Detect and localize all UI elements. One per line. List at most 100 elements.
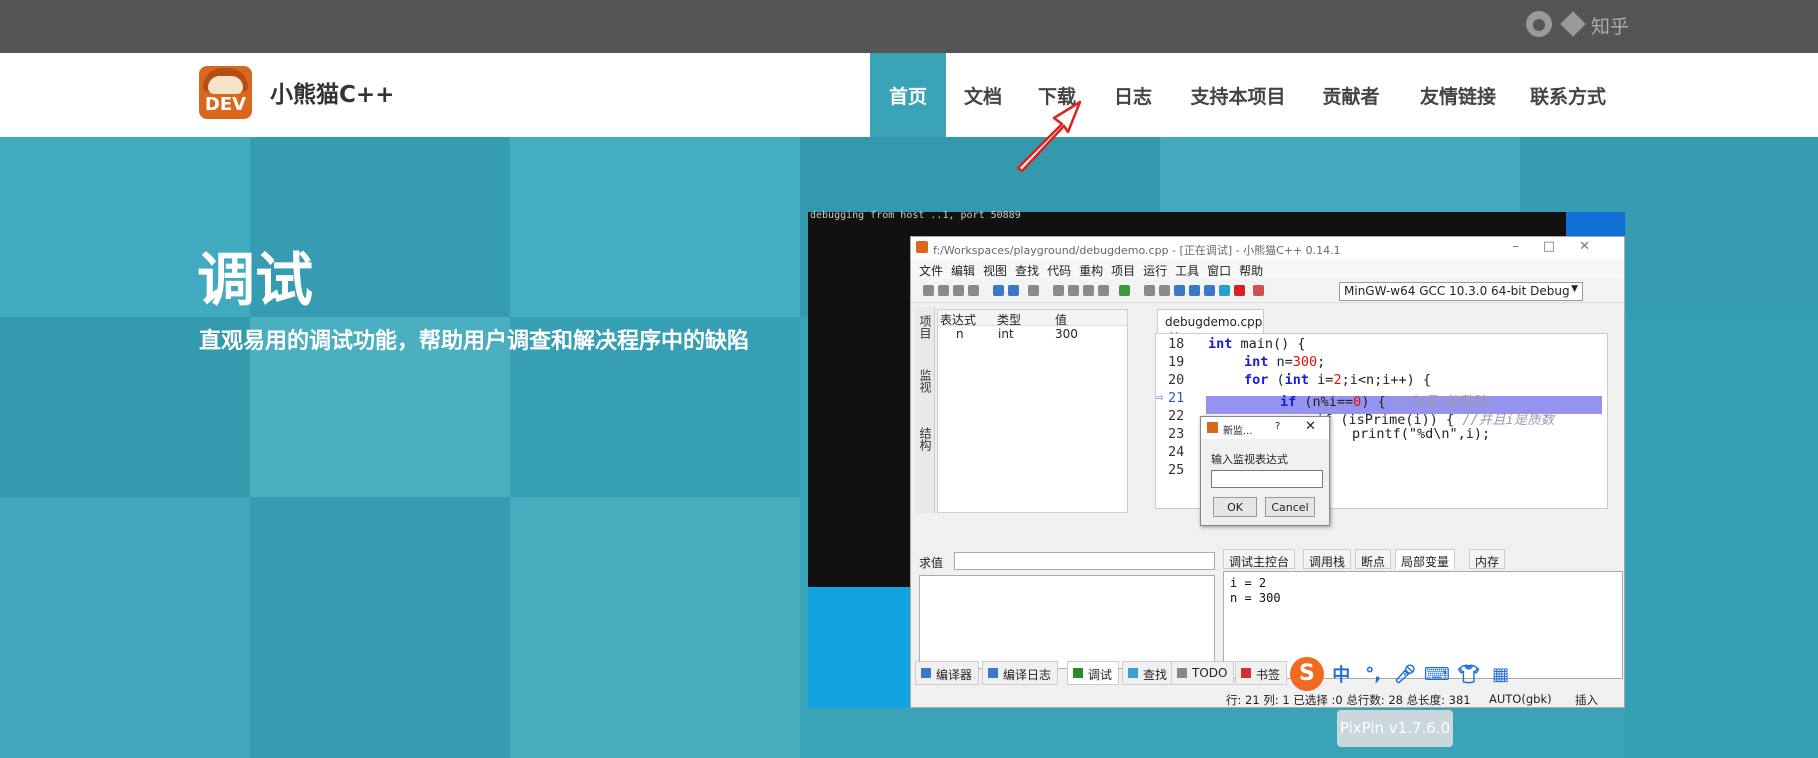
- step-into-icon[interactable]: [1159, 285, 1170, 296]
- tab-bookmarks[interactable]: 书签: [1235, 661, 1288, 685]
- ime-language-toggle[interactable]: 中: [1327, 661, 1356, 687]
- nav-support[interactable]: 支持本项目: [1182, 53, 1294, 137]
- rebuild-icon[interactable]: [1098, 285, 1109, 296]
- code-token: i=: [1309, 372, 1334, 388]
- compile-icon[interactable]: [1053, 285, 1064, 296]
- menu-tools[interactable]: 工具: [1175, 262, 1199, 279]
- tab-call-stack[interactable]: 调用栈: [1303, 549, 1352, 569]
- site-brand[interactable]: 小熊猫C++: [270, 75, 394, 109]
- status-encoding[interactable]: AUTO(gbk): [1489, 692, 1552, 706]
- cancel-button[interactable]: Cancel: [1265, 497, 1315, 517]
- next-instruction-icon[interactable]: [1219, 285, 1230, 296]
- tab-structure[interactable]: 结构: [917, 427, 934, 451]
- menu-refactor[interactable]: 重构: [1079, 262, 1103, 279]
- eval-input[interactable]: [954, 552, 1215, 570]
- code-token: for: [1244, 372, 1269, 388]
- zhihu-link[interactable]: 知乎: [1591, 12, 1629, 39]
- menu-run[interactable]: 运行: [1143, 262, 1167, 279]
- save-icon[interactable]: [953, 285, 964, 296]
- run-to-cursor-icon[interactable]: [1189, 285, 1200, 296]
- nav-docs[interactable]: 文档: [950, 53, 1016, 137]
- toolbox-icon[interactable]: ▦: [1486, 664, 1515, 685]
- skin-icon[interactable]: 👕︎: [1454, 664, 1483, 685]
- code-line: int main() {: [1208, 336, 1306, 352]
- line-number: 18: [1168, 336, 1185, 352]
- feature-description: 直观易用的调试功能，帮助用户调查和解决程序中的缺陷: [199, 329, 750, 354]
- menu-edit[interactable]: 编辑: [951, 262, 975, 279]
- tab-project[interactable]: 项目: [917, 315, 934, 339]
- tab-debug-console[interactable]: 调试主控台: [1223, 549, 1296, 569]
- nav-contact[interactable]: 联系方式: [1522, 53, 1614, 137]
- menu-help[interactable]: 帮助: [1239, 262, 1263, 279]
- compiler-select[interactable]: MinGW-w64 GCC 10.3.0 64-bit Debug ▼: [1339, 282, 1583, 301]
- continue-icon[interactable]: [1204, 285, 1215, 296]
- menu-window[interactable]: 窗口: [1207, 262, 1231, 279]
- step-out-icon[interactable]: [1174, 285, 1185, 296]
- save-all-icon[interactable]: [968, 285, 979, 296]
- microphone-icon[interactable]: 🎤︎: [1391, 664, 1420, 685]
- menu-view[interactable]: 视图: [983, 262, 1007, 279]
- format-icon[interactable]: [1028, 285, 1039, 296]
- console-output: debugging from host ..1, port 50889: [810, 210, 1021, 221]
- logo[interactable]: DEV: [199, 66, 252, 119]
- tab-label: 编译日志: [1003, 668, 1052, 682]
- step-over-icon[interactable]: [1144, 285, 1155, 296]
- new-watch-dialog: 新监... ? ✕ 输入监视表达式 OK Cancel: [1200, 416, 1330, 526]
- tab-label: 调试: [1088, 668, 1113, 682]
- redo-icon[interactable]: [1008, 285, 1019, 296]
- debug-icon[interactable]: [1119, 285, 1130, 296]
- menu-search[interactable]: 查找: [1015, 262, 1039, 279]
- watch-row[interactable]: n int 300: [938, 326, 1127, 342]
- menu-code[interactable]: 代码: [1047, 262, 1071, 279]
- tab-watch[interactable]: 监视: [917, 369, 934, 393]
- code-line: if (n%i==0) { //如果i能整除n: [1280, 390, 1494, 410]
- eval-label: 求值: [919, 556, 944, 570]
- tab-breakpoints[interactable]: 断点: [1355, 549, 1392, 569]
- tab-compile-log[interactable]: 编译日志: [982, 661, 1059, 685]
- compile-run-icon[interactable]: [1083, 285, 1094, 296]
- menu-file[interactable]: 文件: [919, 262, 943, 279]
- run-icon[interactable]: [1068, 285, 1079, 296]
- tab-compiler[interactable]: 编译器: [915, 661, 980, 685]
- menu-project[interactable]: 项目: [1111, 262, 1135, 279]
- undo-icon[interactable]: [993, 285, 1004, 296]
- git-icon[interactable]: [1558, 9, 1588, 39]
- logo-face: [208, 76, 243, 94]
- breakpoint-icon[interactable]: [1253, 285, 1264, 296]
- status-position: 行: 21 列: 1 已选择 :0 总行数: 28 总长度: 381: [1226, 693, 1471, 707]
- tab-todo[interactable]: TODO: [1171, 661, 1235, 685]
- nav-contributors[interactable]: 贡献者: [1310, 53, 1392, 137]
- code-token: 2: [1333, 372, 1342, 388]
- close-icon[interactable]: ✕: [1305, 419, 1316, 434]
- app-icon: [1207, 422, 1218, 433]
- new-file-icon[interactable]: [923, 285, 934, 296]
- background-tile: [1625, 317, 1818, 758]
- watch-value: 300: [1055, 327, 1078, 341]
- tab-memory[interactable]: 内存: [1469, 549, 1506, 569]
- nav-links[interactable]: 友情链接: [1408, 53, 1508, 137]
- code-token: main() {: [1232, 336, 1306, 352]
- site-header: DEV 小熊猫C++ 首页 文档 下载 日志 支持本项目 贡献者 友情链接 联系…: [0, 53, 1818, 137]
- line-number: 24: [1168, 444, 1185, 460]
- ok-button[interactable]: OK: [1213, 497, 1257, 517]
- ime-punctuation-toggle[interactable]: °,: [1359, 664, 1388, 685]
- help-icon[interactable]: ?: [1275, 421, 1280, 432]
- tab-locals[interactable]: 局部变量: [1395, 549, 1456, 569]
- github-icon[interactable]: [1524, 9, 1554, 39]
- bookmark-icon: [1241, 668, 1251, 678]
- pixpin-watermark: PixPin v1.7.6.0: [1337, 710, 1453, 747]
- search-icon: [1128, 668, 1138, 678]
- open-file-icon[interactable]: [938, 285, 949, 296]
- tab-search[interactable]: 查找: [1122, 661, 1175, 685]
- keyboard-icon[interactable]: ⌨: [1422, 664, 1451, 685]
- nav-home[interactable]: 首页: [870, 53, 946, 137]
- compiler-select-value: MinGW-w64 GCC 10.3.0 64-bit Debug: [1344, 284, 1570, 298]
- tab-debug[interactable]: 调试: [1067, 661, 1120, 685]
- sogou-logo-icon[interactable]: S: [1290, 657, 1324, 691]
- stop-icon[interactable]: [1234, 285, 1245, 296]
- watch-expression-input[interactable]: [1211, 470, 1323, 488]
- nav-changelog[interactable]: 日志: [1100, 53, 1166, 137]
- code-token: 300: [1292, 354, 1318, 370]
- editor-tab[interactable]: debugdemo.cpp ✕: [1157, 309, 1264, 343]
- window-controls[interactable]: –□✕: [1512, 239, 1614, 254]
